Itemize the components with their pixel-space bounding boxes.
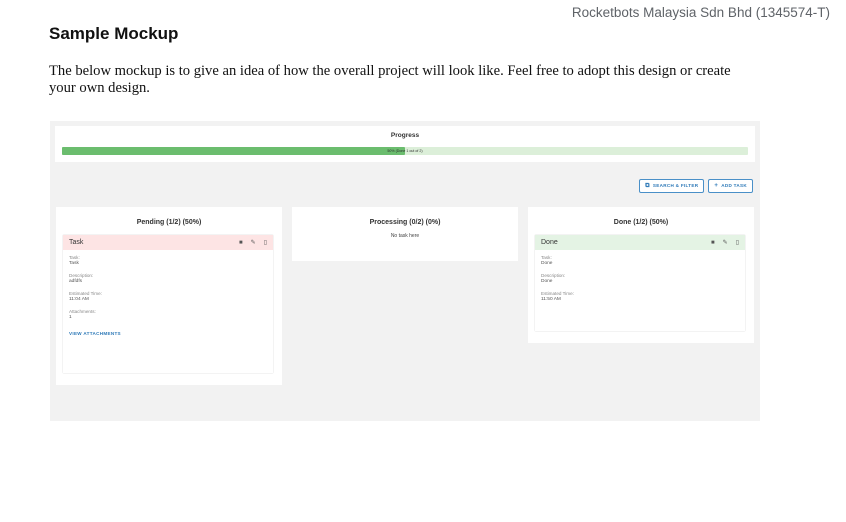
trash-icon[interactable]: ▯: [264, 239, 267, 246]
estimated-time-value: 11:50 AM: [541, 297, 561, 302]
plus-icon: +: [714, 183, 719, 189]
company-name: Rocketbots Malaysia Sdn Bhd (1345574-T): [571, 5, 830, 20]
task-card-body: Task: Done Description: Done Estimated T…: [535, 250, 745, 314]
task-card-body: Task: Task Description: adfdfs Estimated…: [63, 250, 273, 341]
task-name: Task: [69, 239, 84, 246]
pending-column-title: Pending (1/2) (50%): [136, 219, 202, 226]
empty-state-text: No task here: [390, 233, 420, 239]
task-card-header: Done ■ ✎ ▯: [535, 235, 745, 250]
task-actions: ■ ✎ ▯: [239, 239, 267, 247]
move-icon[interactable]: ■: [711, 240, 715, 246]
trash-icon[interactable]: ▯: [736, 239, 739, 246]
task-card-header: Task ■ ✎ ▯: [63, 235, 273, 250]
move-icon[interactable]: ■: [239, 240, 243, 246]
add-task-label: ADD TASK: [721, 183, 747, 188]
progress-text: 50% (Done 1 out of 2): [387, 149, 423, 153]
done-task-card[interactable]: Done ■ ✎ ▯ Task: Done Description: Done …: [535, 235, 745, 331]
task-field-value: Done: [541, 261, 553, 266]
task-actions: ■ ✎ ▯: [711, 239, 739, 247]
estimated-time-value: 11:04 AM: [69, 297, 89, 302]
view-attachments-link[interactable]: VIEW ATTACHMENTS: [69, 331, 267, 336]
doc-paragraph: The below mockup is to give an idea of h…: [49, 63, 731, 96]
description-value: Done: [541, 279, 553, 284]
progress-bar: 50% (Done 1 out of 2): [62, 147, 748, 155]
add-task-button[interactable]: + ADD TASK: [708, 179, 753, 193]
mockup-screenshot: Progress 50% (Done 1 out of 2) ⧉ SEARCH …: [50, 121, 760, 421]
pending-column: Pending (1/2) (50%) Task ■ ✎ ▯ Task: Tas…: [56, 207, 282, 385]
pencil-icon[interactable]: ✎: [723, 239, 728, 246]
processing-column-title: Processing (0/2) (0%): [369, 219, 441, 226]
done-column: Done (1/2) (50%) Done ■ ✎ ▯ Task: Done D…: [528, 207, 754, 343]
pencil-icon[interactable]: ✎: [251, 239, 256, 246]
doc-title: Sample Mockup: [49, 24, 179, 43]
processing-column: Processing (0/2) (0%) No task here: [292, 207, 518, 261]
done-column-title: Done (1/2) (50%): [613, 219, 669, 226]
search-filter-button[interactable]: ⧉ SEARCH & FILTER: [639, 179, 705, 193]
progress-title: Progress: [390, 132, 420, 139]
pending-task-card[interactable]: Task ■ ✎ ▯ Task: Task Description: adfdf…: [63, 235, 273, 373]
toolbar: ⧉ SEARCH & FILTER + ADD TASK: [639, 179, 753, 193]
search-filter-label: SEARCH & FILTER: [652, 183, 699, 188]
task-name: Done: [541, 239, 558, 246]
filter-icon: ⧉: [645, 183, 650, 189]
attachments-value: 1: [69, 315, 72, 320]
task-field-value: Task: [69, 261, 79, 266]
progress-card: Progress 50% (Done 1 out of 2): [55, 126, 755, 162]
description-value: adfdfs: [69, 279, 83, 284]
